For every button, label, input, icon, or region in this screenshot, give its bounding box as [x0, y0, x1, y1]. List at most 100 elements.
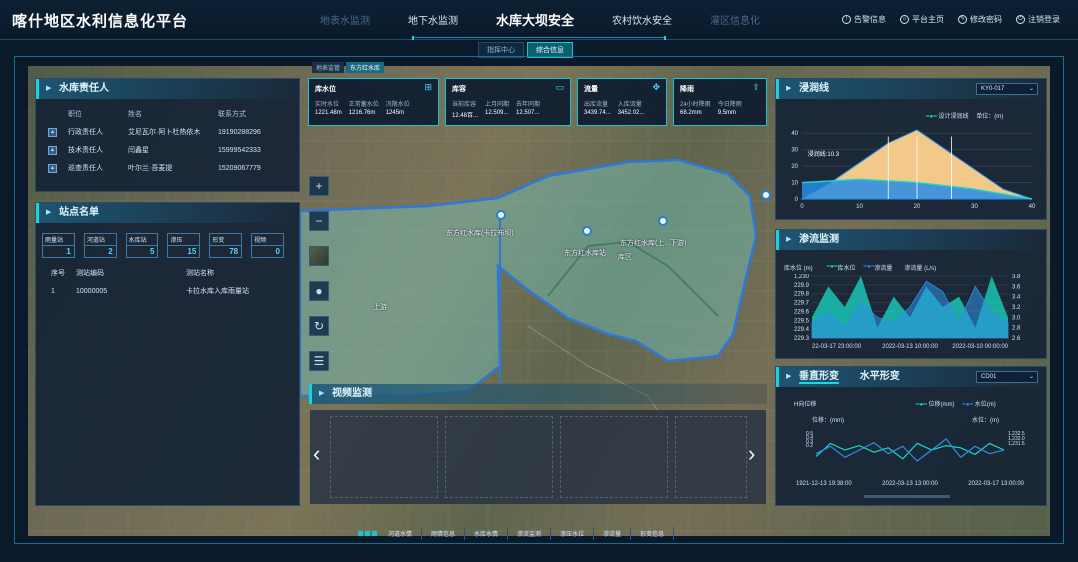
deformation-select[interactable]: CD01 ⌄ [976, 371, 1038, 383]
kpi-label: 汛限水位 [385, 102, 410, 108]
axis-title-right: 水位：(m) [972, 418, 999, 424]
decor-dot [358, 531, 363, 536]
map-pin[interactable] [496, 210, 506, 220]
zoom-out-button[interactable]: − [309, 211, 329, 231]
video-prev-button[interactable]: ‹ [313, 441, 320, 467]
y-tick-label-right: 1,231.5 [1008, 441, 1025, 447]
seepage-flow-panel: ▶ 渗流监测 库水位 (m) ━●━ 库水位 ━●━ 渗流量 渗流量 (L/s)… [775, 229, 1047, 359]
zoom-in-button[interactable]: + [309, 176, 329, 196]
y-tick-label-right: 2.8 [1012, 326, 1021, 332]
deformation-chart: 0.50.40.30.21,232.51,232.01,231.51921-12… [796, 431, 1025, 487]
table-header: 测站编码 [76, 270, 104, 277]
bottom-tab-rain[interactable]: 雨情信息 [422, 527, 466, 540]
chevron-down-icon: ⌄ [1028, 86, 1034, 92]
seepage-line-title: 浸润线 [799, 83, 829, 94]
tab-vertical-deformation[interactable]: 垂直形变 [799, 371, 839, 384]
alarm-button[interactable]: ! 告警信息 [842, 14, 886, 25]
deformation-header: ▶ 垂直形变 水平形变 CD01 ⌄ [776, 367, 1046, 387]
cell-phone: 15209067779 [218, 164, 261, 172]
legend-marker: ━●━ [916, 402, 927, 408]
table-row[interactable]: 1 10000005 卡拉水库入库雨量站 [46, 282, 254, 300]
x-tick-label: 20 [914, 204, 921, 210]
legend-marker: ━●━ [962, 402, 974, 408]
kpi-storage: 库容 ▭ 当前库容 12.48百... 上月同期 12.509... 去年同期 12.… [445, 78, 571, 126]
counter-label: 视频 [251, 233, 284, 246]
map-pin[interactable] [582, 226, 592, 236]
counter-value: 15 [167, 246, 201, 258]
map-pin[interactable] [761, 190, 771, 200]
y-tick-label-left: 229.3 [794, 336, 810, 342]
counter-seepage-pressure[interactable]: 渗压 15 [167, 233, 201, 258]
tab-horizontal-deformation[interactable]: 水平形变 [860, 371, 900, 382]
table-header: 序号 [51, 270, 65, 277]
refresh-button[interactable]: ↻ [309, 316, 329, 336]
layers-button[interactable]: ☰ [309, 351, 329, 371]
bottom-tab-seepage-flow[interactable]: 渗流量 [594, 527, 632, 540]
video-next-button[interactable]: › [748, 441, 755, 467]
arrow-icon: ▶ [319, 390, 325, 397]
map-label: 上游 [373, 304, 387, 311]
map-tab-reservoir[interactable]: 东方红水库 [346, 62, 385, 73]
video-panel: ▶ 视频监测 [309, 384, 767, 406]
bottom-tab-river[interactable]: 河道水情 [379, 527, 423, 540]
counter-label: 渗压 [167, 233, 201, 246]
y-tick-label-left: 229.4 [794, 327, 810, 333]
map-label: 东方红水库(上...下游) [620, 240, 687, 247]
station-counters: 雨量站 1 河道站 2 水库站 5 渗压 15 形变 78 视频 0 [36, 223, 299, 258]
nav-surface-water[interactable]: 地表水监测 [320, 12, 370, 29]
person-icon: ▲ [48, 145, 57, 155]
map-pin[interactable] [658, 216, 668, 226]
chart-scrollbar[interactable] [864, 495, 950, 498]
nav-irrigation-info[interactable]: 灌区信息化 [710, 12, 760, 29]
bottom-tab-deformation[interactable]: 形变信息 [631, 527, 675, 540]
nav-reservoir-dam-safety[interactable]: 水库大坝安全 [496, 10, 574, 29]
arrow-icon: ▶ [786, 373, 792, 380]
seepage-line-panel: ▶ 浸润线 KY0-017 ⌄ ━●━ 设计浸润线 单位：(m) 0 10 20 30 4… [775, 78, 1047, 220]
bottom-tab-reservoir[interactable]: 水库水情 [465, 527, 509, 540]
logout-button[interactable]: ⏻ 注销登录 [1016, 14, 1060, 25]
counter-reservoir[interactable]: 水库站 5 [125, 233, 159, 258]
change-password-button[interactable]: ✎ 修改密码 [958, 14, 1002, 25]
legend-marker: ━●━ [926, 114, 937, 120]
video-slot[interactable] [560, 416, 668, 498]
y-tick-label: 0 [795, 197, 799, 203]
bottom-tab-seepage-pressure[interactable]: 渗压水位 [551, 527, 595, 540]
arrow-icon: ▶ [46, 85, 52, 92]
power-icon: ⏻ [1016, 15, 1025, 24]
cell-code: 10000005 [76, 287, 108, 295]
table-row: ▲ 巡查责任人 叶尔兰·吾麦提 15209067779 [46, 159, 263, 177]
home-button[interactable]: ⌂ 平台主页 [900, 14, 944, 25]
map-label: 东方红水库站 [564, 250, 606, 257]
seepage-line-select[interactable]: KY0-017 ⌄ [976, 83, 1038, 95]
table-row: ▲ 技术责任人 闫鑫星 15999542333 [46, 141, 263, 159]
basemap-switch-button[interactable] [309, 246, 329, 266]
bottom-tab-seepage[interactable]: 渗流监测 [508, 527, 552, 540]
counter-deformation[interactable]: 形变 78 [209, 233, 243, 258]
map-label: 东方红水库(卡拉布坝) [446, 230, 514, 237]
video-slot[interactable] [445, 416, 553, 498]
counter-value: 5 [125, 246, 159, 258]
locate-button[interactable]: ● [309, 281, 329, 301]
nav-rural-water-safety[interactable]: 农村饮水安全 [612, 12, 672, 29]
logout-label: 注销登录 [1028, 15, 1060, 24]
map-tabs: 地表监管 东方红水库 [312, 62, 386, 73]
kpi-value: 1221.48m [315, 110, 342, 116]
kpi-value: 9.5mm [717, 110, 737, 116]
table-header-blank [46, 105, 66, 123]
kpi-value: 12.48百... [452, 113, 479, 119]
kpi-value: 1216.76m [348, 110, 376, 116]
counter-video[interactable]: 视频 0 [251, 233, 284, 258]
responsible-table: 职位 姓名 联系方式 ▲ 行政责任人 艾尼瓦尔·阿卜杜热依木 191902882… [46, 105, 263, 177]
y-tick-label: 40 [791, 131, 798, 137]
counter-river[interactable]: 河道站 2 [83, 233, 117, 258]
counter-value: 2 [83, 246, 117, 258]
map-tab-surface[interactable]: 地表监管 [312, 62, 345, 73]
legend-label: 位移(mm) [928, 402, 955, 408]
counter-rain[interactable]: 雨量站 1 [42, 233, 75, 258]
video-panel-header: ▶ 视频监测 [309, 384, 767, 404]
y-tick-label-right: 3.8 [1012, 274, 1021, 280]
video-slot[interactable] [330, 416, 438, 498]
nav-groundwater[interactable]: 地下水监测 [408, 12, 458, 29]
y-tick-label-left: 229.5 [794, 318, 810, 324]
video-slot[interactable] [675, 416, 747, 498]
